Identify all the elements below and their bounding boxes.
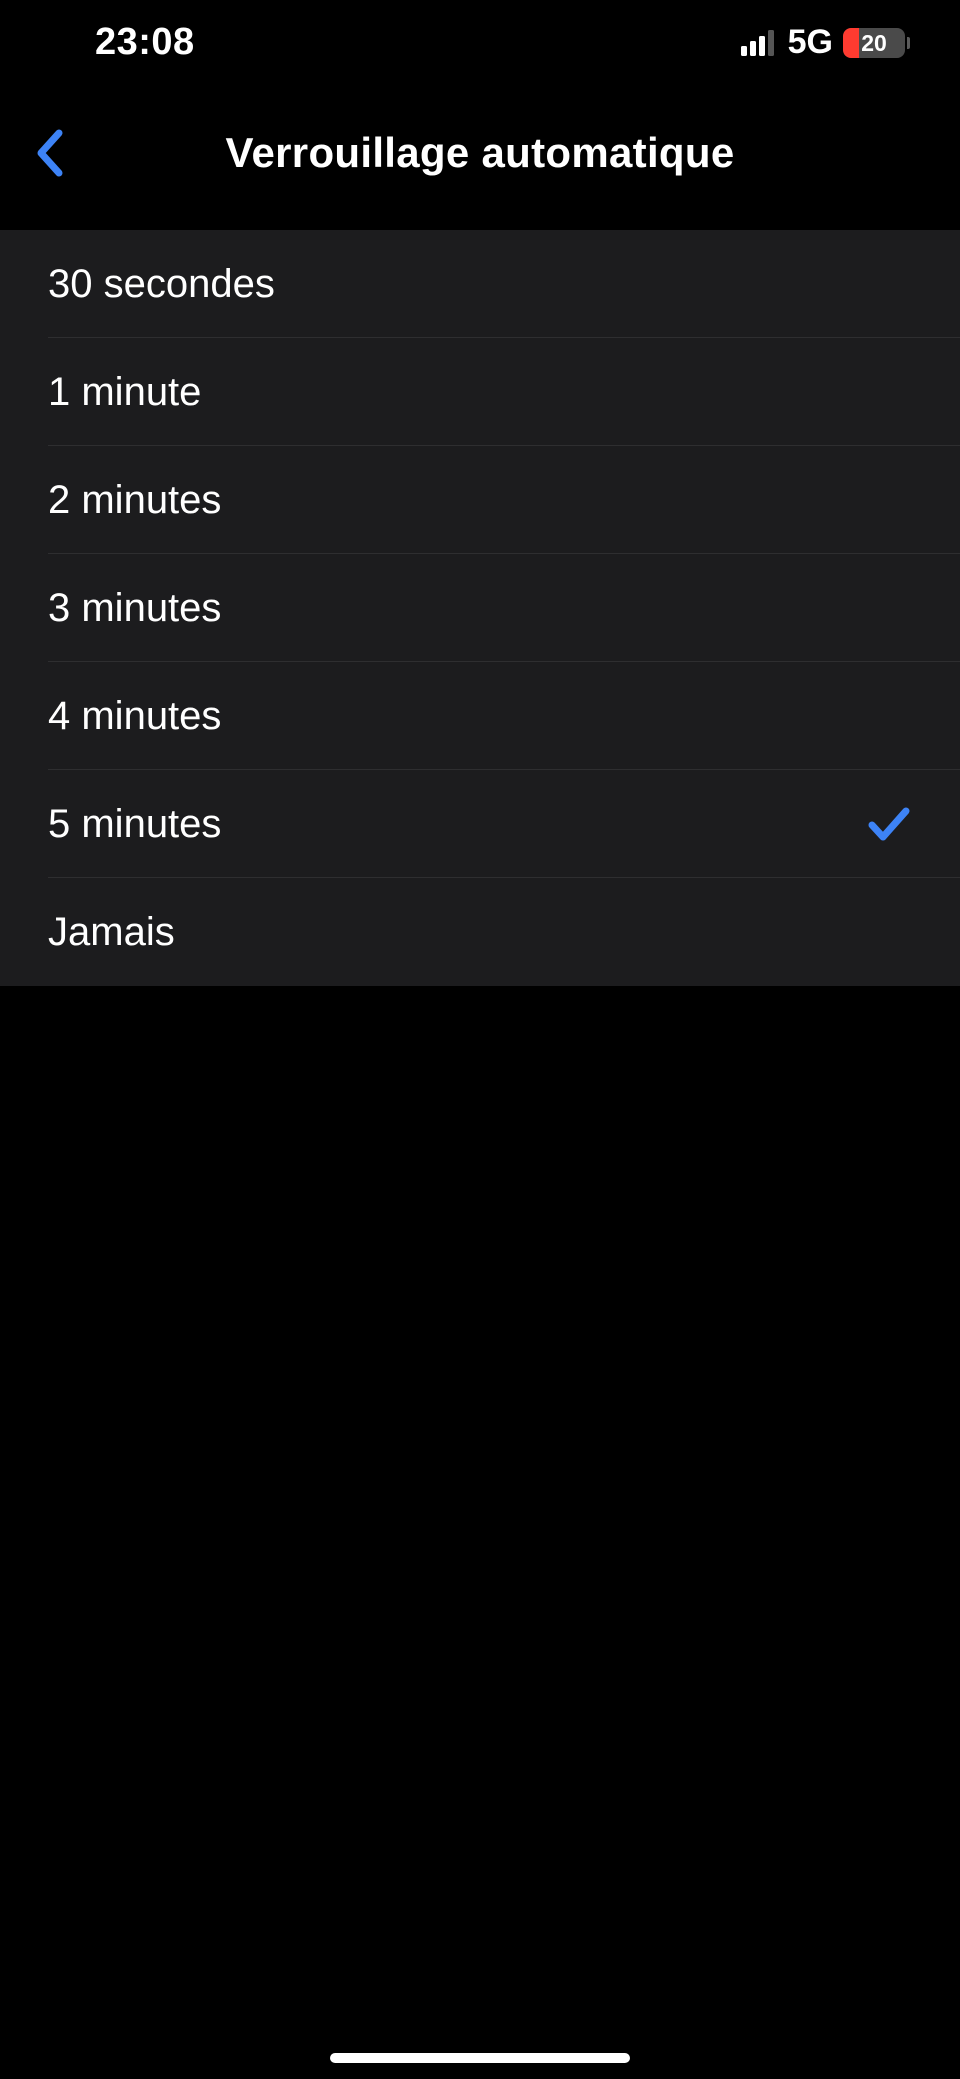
option-row[interactable]: Jamais: [0, 878, 960, 986]
status-bar: 23:08 5G 20: [0, 0, 960, 85]
option-row[interactable]: 1 minute: [0, 338, 960, 446]
option-label: 3 minutes: [48, 586, 221, 631]
option-row[interactable]: 5 minutes: [0, 770, 960, 878]
option-row[interactable]: 4 minutes: [0, 662, 960, 770]
option-label: 5 minutes: [48, 802, 221, 847]
chevron-left-icon: [35, 129, 65, 177]
cellular-signal-icon: [741, 30, 774, 56]
option-label: 1 minute: [48, 370, 201, 415]
option-label: 4 minutes: [48, 694, 221, 739]
option-row[interactable]: 3 minutes: [0, 554, 960, 662]
checkmark-icon: [866, 801, 912, 847]
options-list: 30 secondes 1 minute 2 minutes 3 minutes 4 m…: [0, 230, 960, 986]
option-label: Jamais: [48, 910, 175, 955]
battery-icon: 20: [843, 28, 910, 58]
network-type: 5G: [788, 23, 833, 62]
battery-level: 20: [843, 28, 905, 58]
option-label: 30 secondes: [48, 262, 275, 307]
back-button[interactable]: [20, 123, 80, 183]
page-title: Verrouillage automatique: [20, 129, 940, 177]
option-row[interactable]: 2 minutes: [0, 446, 960, 554]
status-time: 23:08: [95, 21, 195, 64]
option-label: 2 minutes: [48, 478, 221, 523]
status-indicators: 5G 20: [741, 23, 910, 62]
option-row[interactable]: 30 secondes: [0, 230, 960, 338]
home-indicator[interactable]: [330, 2053, 630, 2063]
navigation-bar: Verrouillage automatique: [0, 85, 960, 220]
